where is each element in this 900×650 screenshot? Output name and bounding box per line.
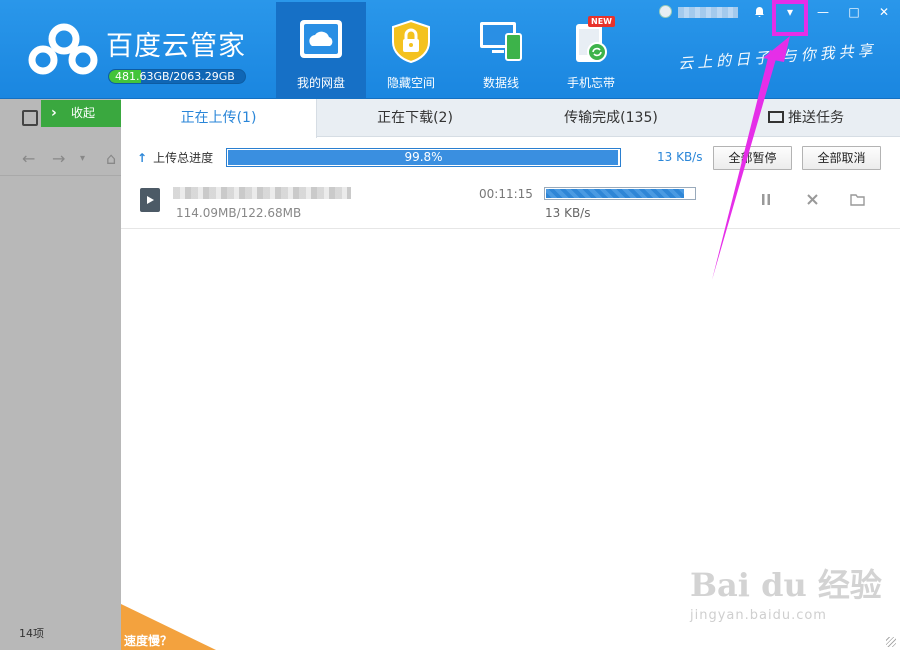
nav-phone-forgot[interactable]: NEW 手机忘带 <box>546 2 636 98</box>
collapse-button[interactable]: › 收起 <box>41 100 121 127</box>
file-size: 114.09MB/122.68MB <box>176 206 302 220</box>
tab-uploading[interactable]: 正在上传(1) <box>121 99 317 138</box>
new-badge: NEW <box>588 16 615 27</box>
history-dropdown-icon[interactable]: ▾ <box>80 153 85 164</box>
nav-label: 隐藏空间 <box>386 76 435 90</box>
total-progress-bar: 99.8% <box>226 148 621 167</box>
home-icon[interactable]: ⌂ <box>106 149 116 168</box>
username-blurred[interactable] <box>678 7 738 18</box>
cancel-icon[interactable] <box>806 191 819 210</box>
pause-icon[interactable] <box>760 191 772 210</box>
push-task-icon <box>768 111 784 123</box>
total-progress-text: 上传总进度 <box>153 151 214 165</box>
sidebar: › 收起 ← → ▾ ⌂ 14项 <box>0 99 121 650</box>
collapse-label: 收起 <box>71 106 96 120</box>
task-progress-fill <box>546 189 684 198</box>
annotation-highlight-box <box>772 0 808 36</box>
tab-push-label: 推送任务 <box>788 110 844 126</box>
divider <box>0 175 121 176</box>
tab-downloading[interactable]: 正在下载(2) <box>317 99 513 137</box>
cancel-all-button[interactable]: 全部取消 <box>802 146 881 170</box>
transfer-tabs: 正在上传(1) 正在下载(2) 传输完成(135) 推送任务 <box>121 99 900 138</box>
storage-quota-bar: 481.63GB/2063.29GB <box>108 69 246 84</box>
pause-all-button[interactable]: 全部暂停 <box>713 146 792 170</box>
history-nav: ← → ▾ ⌂ <box>0 147 121 173</box>
storage-quota-text: 481.63GB/2063.29GB <box>115 70 235 83</box>
close-button[interactable]: ✕ <box>873 2 895 22</box>
elapsed-time: 00:11:15 <box>479 187 533 201</box>
total-progress-percent: 99.8% <box>404 150 443 164</box>
devices-icon <box>480 22 522 61</box>
nav-my-netdisk[interactable]: 我的网盘 <box>276 2 366 98</box>
item-count: 14项 <box>19 627 44 640</box>
nav-label: 手机忘带 <box>566 76 615 90</box>
task-progress-bar <box>544 187 696 200</box>
minimize-button[interactable]: — <box>812 2 834 22</box>
slogan: 云上的日子 与你我共享 <box>677 41 878 73</box>
nav-label: 我的网盘 <box>296 76 345 90</box>
video-file-icon <box>140 188 160 212</box>
back-arrow-icon[interactable]: ← <box>22 149 35 168</box>
baidu-cloud-logo-icon <box>28 23 98 75</box>
bell-icon[interactable] <box>748 2 770 22</box>
file-name-blurred <box>173 187 351 199</box>
nav-data-cable[interactable]: 数据线 <box>456 2 546 98</box>
speed-slow-link[interactable]: 速度慢？ <box>121 604 216 650</box>
upload-arrow-icon: ↑ <box>137 151 148 165</box>
maximize-button[interactable]: □ <box>843 2 865 22</box>
title-bar: 百度云管家 481.63GB/2063.29GB 我的网盘 隐藏空间 数据线 N… <box>0 0 900 99</box>
folder-icon[interactable] <box>850 191 865 210</box>
baidu-jingyan-watermark: Bai du 经验 <box>690 566 882 604</box>
total-progress-row: ↑ 上传总进度 99.8% 13 KB/s 全部暂停 全部取消 <box>121 145 900 171</box>
table-row[interactable]: 114.09MB/122.68MB 00:11:15 13 KB/s <box>121 179 900 229</box>
nav-label: 数据线 <box>482 76 519 90</box>
watermark-url: jingyan.baidu.com <box>690 608 827 623</box>
tab-completed[interactable]: 传输完成(135) <box>513 99 709 137</box>
total-progress-label: ↑ 上传总进度 <box>137 149 213 166</box>
nav-hidden-space[interactable]: 隐藏空间 <box>366 2 456 98</box>
speed-slow-text: 速度慢？ <box>124 634 173 648</box>
resize-grip[interactable] <box>886 637 896 647</box>
app-brand-name: 百度云管家 <box>106 31 246 62</box>
chevron-right-icon: › <box>51 105 57 121</box>
total-speed: 13 KB/s <box>657 150 703 164</box>
forward-arrow-icon[interactable]: → <box>52 149 65 168</box>
tab-push-tasks[interactable]: 推送任务 <box>721 99 891 137</box>
avatar[interactable] <box>659 5 672 18</box>
cloud-icon <box>300 20 342 58</box>
task-speed: 13 KB/s <box>545 206 591 220</box>
lock-shield-icon <box>392 19 430 64</box>
upload-icon[interactable] <box>22 110 38 126</box>
